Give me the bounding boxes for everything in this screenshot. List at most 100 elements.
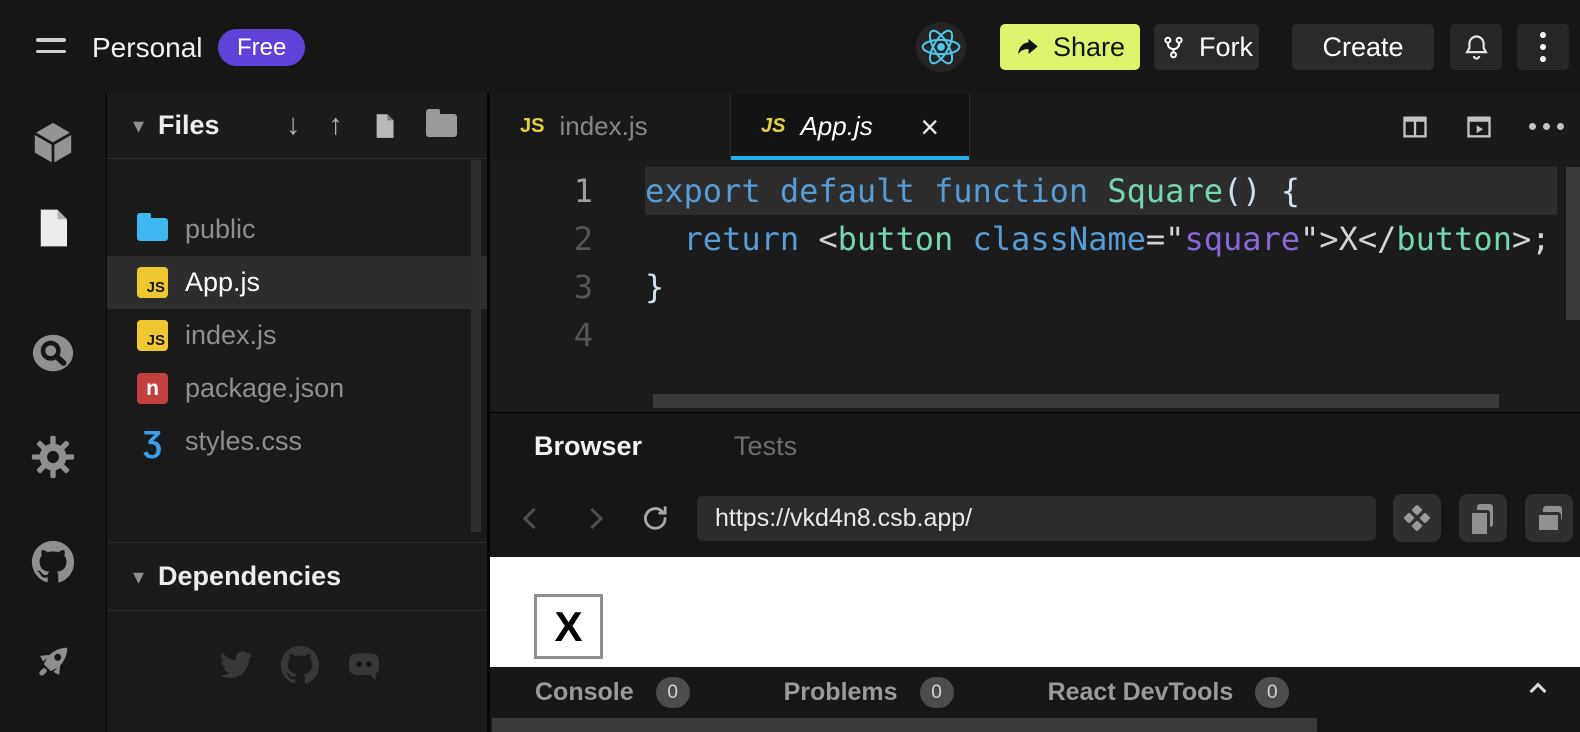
tab-label: App.js bbox=[800, 111, 872, 142]
editor-tab-bar: JS index.jsJS App.js × bbox=[490, 93, 1580, 160]
activity-bar bbox=[0, 93, 107, 732]
preview-tabs: Browser Tests bbox=[490, 413, 797, 479]
chevron-down-icon: ▾ bbox=[133, 564, 144, 590]
github-link-icon[interactable] bbox=[280, 645, 320, 685]
editor-vertical-scrollbar[interactable] bbox=[1566, 167, 1580, 320]
editor-horizontal-scrollbar[interactable] bbox=[653, 394, 1499, 408]
react-template-icon[interactable] bbox=[916, 22, 966, 72]
code-text bbox=[645, 311, 1557, 359]
code-text: export default function Square() { bbox=[645, 167, 1557, 215]
count-badge: 0 bbox=[656, 677, 690, 708]
share-button[interactable]: Share bbox=[1000, 24, 1140, 70]
github-icon[interactable] bbox=[29, 538, 77, 586]
top-bar: Personal Free Share Fork Create bbox=[0, 0, 1580, 93]
url-input[interactable]: https://vkd4n8.csb.app/ bbox=[697, 496, 1376, 541]
share-icon bbox=[1015, 34, 1041, 60]
code-line-1[interactable]: 1export default function Square() { bbox=[490, 167, 1580, 215]
editor-pane: JS index.jsJS App.js × 1export default func… bbox=[487, 93, 1580, 732]
more-options-button[interactable] bbox=[1517, 24, 1569, 70]
css-file-icon: Ʒ bbox=[137, 426, 168, 457]
fork-label: Fork bbox=[1199, 32, 1253, 63]
browser-nav-row: https://vkd4n8.csb.app/ bbox=[490, 479, 1580, 557]
refresh-icon[interactable] bbox=[640, 503, 671, 534]
new-file-icon[interactable] bbox=[371, 111, 398, 141]
upload-icon[interactable]: ↑ bbox=[329, 109, 344, 142]
chevron-down-icon[interactable]: ▾ bbox=[133, 113, 144, 139]
folder-icon bbox=[137, 218, 168, 241]
forward-icon[interactable] bbox=[582, 507, 603, 528]
notifications-button[interactable] bbox=[1450, 24, 1502, 70]
code-line-2[interactable]: 2 return <button className="square">X</b… bbox=[490, 215, 1580, 263]
file-name: App.js bbox=[185, 267, 260, 298]
line-number: 3 bbox=[490, 263, 645, 311]
tab-more-options-icon[interactable] bbox=[1529, 123, 1564, 130]
console-tab-console[interactable]: Console 0 bbox=[535, 677, 690, 708]
explorer-scrollbar[interactable] bbox=[471, 160, 481, 532]
split-view-icon[interactable] bbox=[1401, 113, 1429, 141]
bell-icon bbox=[1461, 32, 1492, 63]
download-icon[interactable]: ↓ bbox=[286, 109, 301, 142]
npm-file-icon: n bbox=[137, 373, 168, 404]
code-editor[interactable]: 1export default function Square() {2 ret… bbox=[490, 160, 1580, 412]
js-file-icon: JS bbox=[137, 320, 168, 351]
fork-button[interactable]: Fork bbox=[1154, 24, 1259, 70]
menu-icon[interactable] bbox=[36, 38, 66, 61]
bottom-scrollbar-thumb[interactable] bbox=[492, 718, 1317, 732]
rocket-icon[interactable] bbox=[29, 638, 77, 686]
files-title: Files bbox=[158, 110, 220, 141]
discord-icon[interactable] bbox=[344, 645, 384, 685]
square-x-button[interactable]: X bbox=[534, 594, 603, 659]
file-row-public[interactable]: public bbox=[107, 203, 487, 256]
responsive-mode-button[interactable] bbox=[1459, 494, 1507, 542]
console-tab-problems[interactable]: Problems0 bbox=[784, 677, 954, 708]
console-tab-label: React DevTools bbox=[1048, 678, 1234, 707]
tab-label: index.js bbox=[559, 111, 647, 142]
js-file-icon: JS bbox=[520, 115, 544, 138]
file-name: index.js bbox=[185, 320, 277, 351]
bottom-scrollbar bbox=[490, 718, 1580, 732]
js-file-icon: JS bbox=[137, 267, 168, 298]
twitter-icon[interactable] bbox=[216, 645, 256, 685]
code-line-4[interactable]: 4 bbox=[490, 311, 1580, 359]
devices-icon bbox=[1468, 503, 1498, 533]
file-row-index.js[interactable]: JS index.js bbox=[107, 309, 487, 362]
code-text: } bbox=[645, 263, 1557, 311]
preview-tab-tests[interactable]: Tests bbox=[734, 431, 797, 462]
preview-window-icon[interactable] bbox=[1465, 113, 1493, 141]
console-tab-label: Console bbox=[535, 678, 634, 707]
files-header: ▾ Files ↓ ↑ bbox=[107, 93, 487, 159]
file-row-App.js[interactable]: JS App.js bbox=[107, 256, 487, 309]
fork-icon bbox=[1160, 34, 1187, 61]
code-lines: 1export default function Square() {2 ret… bbox=[490, 160, 1580, 359]
file-name: package.json bbox=[185, 373, 344, 404]
create-button[interactable]: Create bbox=[1292, 24, 1434, 70]
sandbox-cube-icon[interactable] bbox=[29, 119, 77, 167]
code-line-3[interactable]: 3} bbox=[490, 263, 1580, 311]
line-number: 4 bbox=[490, 311, 645, 359]
browser-preview: X bbox=[490, 557, 1580, 667]
workspace-name[interactable]: Personal bbox=[92, 32, 203, 64]
file-row-package.json[interactable]: n package.json bbox=[107, 362, 487, 415]
code-text: return <button className="square">X</but… bbox=[645, 215, 1557, 263]
files-panel-icon[interactable] bbox=[29, 204, 77, 252]
dependencies-header[interactable]: ▾ Dependencies bbox=[107, 542, 487, 611]
line-number: 2 bbox=[490, 215, 645, 263]
file-row-styles.css[interactable]: Ʒstyles.css bbox=[107, 415, 487, 468]
close-icon[interactable]: × bbox=[920, 111, 939, 143]
editor-tab-index.js[interactable]: JS index.js bbox=[490, 93, 730, 160]
open-in-new-window-button[interactable] bbox=[1525, 494, 1573, 542]
plan-badge: Free bbox=[218, 29, 305, 66]
settings-gear-icon[interactable] bbox=[29, 433, 77, 481]
file-list: public JS App.js JS index.js n package.json Ʒst… bbox=[107, 203, 487, 468]
file-name: public bbox=[185, 214, 256, 245]
search-icon[interactable] bbox=[29, 329, 77, 377]
preview-panel: Browser Tests https://vkd4n8.csb.app/ X bbox=[490, 412, 1580, 732]
back-icon[interactable] bbox=[523, 507, 544, 528]
file-name: styles.css bbox=[185, 426, 302, 457]
console-tab-react-devtools[interactable]: React DevTools0 bbox=[1048, 677, 1290, 708]
dependencies-title: Dependencies bbox=[158, 561, 341, 592]
new-folder-icon[interactable] bbox=[426, 114, 457, 137]
components-button[interactable] bbox=[1393, 494, 1441, 542]
editor-tab-App.js[interactable]: JSApp.js× bbox=[730, 93, 970, 160]
preview-tab-browser[interactable]: Browser bbox=[534, 431, 642, 462]
